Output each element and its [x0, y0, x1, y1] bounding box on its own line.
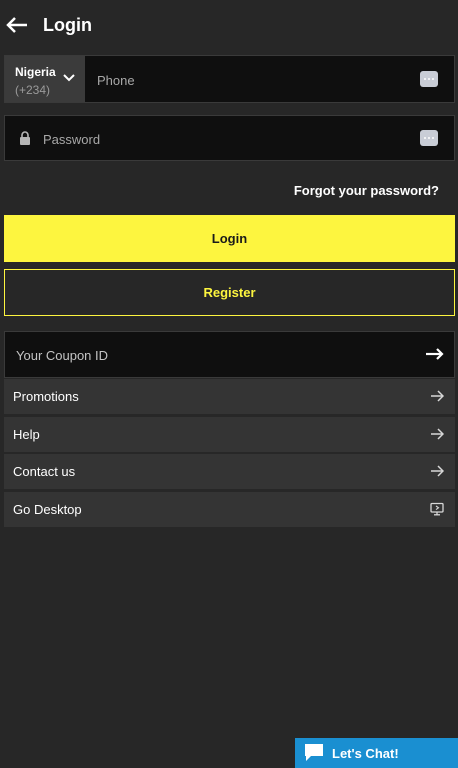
back-arrow-icon[interactable] — [6, 15, 28, 35]
phone-input[interactable] — [95, 56, 419, 104]
page-title: Login — [43, 15, 92, 35]
coupon-field-row — [4, 331, 455, 379]
menu-item-label: Contact us — [13, 464, 76, 479]
chat-bubble-icon — [305, 744, 323, 761]
menu-item-label: Promotions — [13, 389, 79, 404]
keyboard-dots-icon[interactable] — [420, 71, 438, 87]
arrow-right-icon — [431, 390, 444, 402]
password-field-row — [4, 115, 455, 162]
chevron-down-icon — [63, 74, 75, 82]
lets-chat-button[interactable]: Let's Chat! — [295, 738, 458, 768]
phone-field-row: Nigeria (+234) — [4, 55, 455, 104]
header-bar: Login — [0, 0, 458, 52]
menu-item-label: Help — [13, 427, 40, 442]
password-input[interactable] — [41, 116, 405, 162]
desktop-icon — [430, 502, 444, 516]
keyboard-dots-icon[interactable] — [420, 130, 438, 146]
login-button[interactable]: Login — [4, 215, 455, 262]
menu-item-promotions[interactable]: Promotions — [4, 379, 455, 414]
arrow-right-icon — [431, 465, 444, 477]
register-button[interactable]: Register — [4, 269, 455, 316]
country-selector[interactable]: Nigeria (+234) — [5, 56, 85, 102]
country-code: (+234) — [15, 83, 51, 97]
menu-item-label: Go Desktop — [13, 502, 82, 517]
coupon-id-input[interactable] — [14, 332, 398, 379]
menu-item-help[interactable]: Help — [4, 417, 455, 452]
country-name: Nigeria — [15, 65, 56, 79]
menu-item-contact-us[interactable]: Contact us — [4, 454, 455, 489]
forgot-password-link[interactable]: Forgot your password? — [294, 183, 439, 198]
arrow-right-icon — [431, 428, 444, 440]
chat-label: Let's Chat! — [332, 746, 399, 761]
menu-item-go-desktop[interactable]: Go Desktop — [4, 492, 455, 527]
lock-icon — [20, 131, 30, 145]
arrow-right-icon[interactable] — [426, 347, 444, 361]
